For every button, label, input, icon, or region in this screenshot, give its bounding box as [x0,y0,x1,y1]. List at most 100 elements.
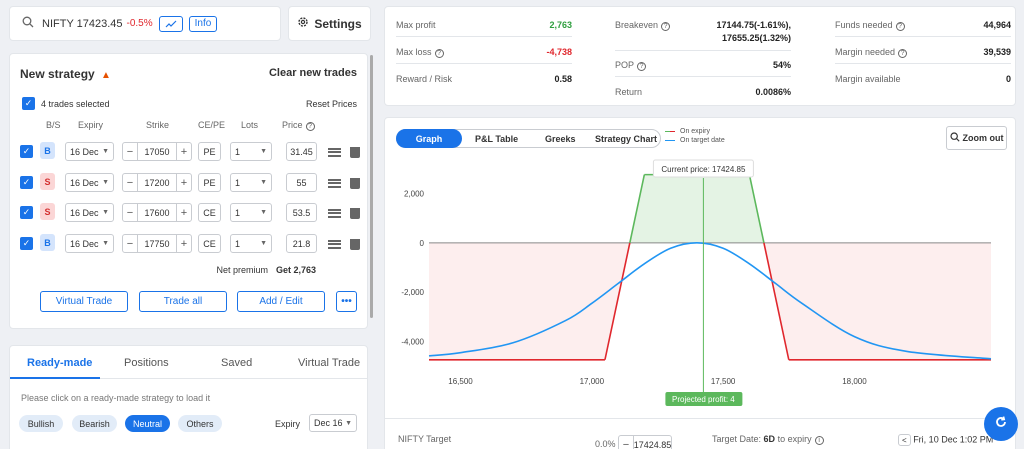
pop-value: 54% [772,60,791,70]
price-input[interactable]: 55 [286,173,317,192]
expiry-select[interactable]: 16 Dec ▼ [65,203,114,222]
instrument-quote: NIFTY 17423.45 [42,17,123,30]
expiry-select[interactable]: 16 Dec ▼ [65,173,114,192]
option-type-toggle[interactable]: CE [198,234,221,253]
y-tick-label: -4,000 [401,338,424,347]
tab-ready-made[interactable]: Ready-made [27,357,92,369]
settings-button[interactable]: Settings [288,6,371,41]
trash-icon[interactable] [350,239,360,250]
gear-icon [297,16,309,31]
zoom-out-button[interactable]: Zoom out [946,126,1007,150]
ready-made-panel: Ready-made Positions Saved Virtual Trade… [9,345,368,449]
refresh-button[interactable] [984,407,1018,441]
decrement-button[interactable]: − [618,435,634,449]
trade-row: ✓ B 16 Dec ▼ −17050 + PE 1 ▼ 31.45 [10,141,367,163]
increment-button[interactable]: + [176,203,192,222]
trash-icon[interactable] [350,208,360,219]
increment-button[interactable]: + [176,142,192,161]
max-profit-value: 2,763 [549,20,572,30]
option-type-toggle[interactable]: CE [198,203,221,222]
help-icon: ? [895,22,905,31]
trade-checkbox[interactable]: ✓ [20,176,33,189]
menu-icon[interactable] [328,179,341,188]
tab-greeks[interactable]: Greeks [545,134,576,144]
graph-footer-divider [385,418,1015,419]
menu-icon[interactable] [328,148,341,157]
trash-icon[interactable] [350,178,360,189]
price-input[interactable]: 31.45 [286,142,317,161]
breakeven-row: Breakeven? 17144.75(-1.61%), 17655.25(1.3… [615,11,791,51]
filter-others[interactable]: Others [178,415,222,432]
x-tick-label: 16,500 [448,377,473,386]
decrement-button[interactable]: − [122,203,138,222]
expiry-select[interactable]: 16 Dec ▼ [65,142,114,161]
buy-sell-toggle[interactable]: S [40,203,55,220]
reset-prices-button[interactable]: Reset Prices [306,99,357,109]
chevron-left-icon[interactable]: < [898,434,911,446]
lots-select[interactable]: 1 ▼ [230,142,272,161]
tab-pl-table[interactable]: P&L Table [475,134,518,144]
expiry-select[interactable]: 16 Dec ▼ [65,234,114,253]
buy-sell-toggle[interactable]: B [40,142,55,159]
option-type-toggle[interactable]: PE [198,173,221,192]
decrement-button[interactable]: − [122,142,138,161]
header-cepe: CE/PE [198,120,226,130]
chart-trend-icon[interactable] [158,15,183,32]
more-options-button[interactable]: ••• [336,291,357,312]
tab-positions[interactable]: Positions [124,357,169,369]
decrement-button[interactable]: − [122,234,138,253]
profit-area [629,174,764,243]
strike-stepper[interactable]: −17200 + [122,173,192,192]
target-price-stepper[interactable]: − 17424.85 [618,435,672,449]
filter-neutral[interactable]: Neutral [125,415,170,432]
tab-saved[interactable]: Saved [221,357,252,369]
pop-row: POP? 54% [615,51,791,77]
price-input[interactable]: 21.8 [286,234,317,253]
trade-checkbox[interactable]: ✓ [20,237,33,250]
margin-row: Margin needed? 39,539 [835,38,1011,64]
buy-sell-toggle[interactable]: S [40,173,55,190]
tab-strategy-chart[interactable]: Strategy Chart [595,134,657,144]
option-type-toggle[interactable]: PE [198,142,221,161]
filter-bearish[interactable]: Bearish [72,415,117,432]
menu-icon[interactable] [328,240,341,249]
scrollbar[interactable] [370,55,373,318]
lots-select[interactable]: 1 ▼ [230,203,272,222]
clear-new-trades-button[interactable]: Clear new trades [269,67,357,79]
filter-bullish[interactable]: Bullish [19,415,63,432]
chart-legend: On expiry On target date [665,128,725,146]
info-button[interactable]: Info [188,15,218,32]
trade-all-button[interactable]: Trade all [139,291,227,312]
decrement-button[interactable]: − [122,173,138,192]
help-icon: ? [898,49,908,58]
virtual-trade-button[interactable]: Virtual Trade [40,291,128,312]
price-input[interactable]: 53.5 [286,203,317,222]
trade-checkbox[interactable]: ✓ [20,145,33,158]
funds-value: 44,964 [983,20,1011,30]
lots-select[interactable]: 1 ▼ [230,234,272,253]
increment-button[interactable]: + [176,173,192,192]
lots-select[interactable]: 1 ▼ [230,173,272,192]
target-date: Target Date: 6D to expiry i [712,434,824,445]
check-icon[interactable]: ✓ [22,97,35,110]
strike-stepper[interactable]: −17600 + [122,203,192,222]
expiry-select[interactable]: Dec 16 ▼ [309,414,357,432]
tab-graph[interactable]: Graph [396,129,462,148]
trade-checkbox[interactable]: ✓ [20,206,33,219]
x-tick-label: 17,500 [711,377,736,386]
strike-stepper[interactable]: −17750 + [122,234,192,253]
search-bar[interactable]: NIFTY 17423.45 -0.5% Info [9,6,281,41]
add-edit-button[interactable]: Add / Edit [237,291,325,312]
target-date-picker[interactable]: < Fri, 10 Dec 1:02 PM [898,434,993,446]
buy-sell-toggle[interactable]: B [40,234,55,251]
trade-row: ✓ S 16 Dec ▼ −17200 + PE 1 ▼ 55 [10,172,367,194]
trash-icon[interactable] [350,147,360,158]
y-tick-label: -2,000 [401,288,424,297]
strategy-summary: Max profit 2,763 Max loss? -4,738 Reward… [384,6,1016,106]
increment-button[interactable]: + [176,234,192,253]
menu-icon[interactable] [328,209,341,218]
strike-stepper[interactable]: −17050 + [122,142,192,161]
max-loss-value: -4,738 [546,47,572,57]
tab-virtual-trade[interactable]: Virtual Trade [298,357,360,369]
select-all[interactable]: ✓ 4 trades selected [22,97,110,110]
